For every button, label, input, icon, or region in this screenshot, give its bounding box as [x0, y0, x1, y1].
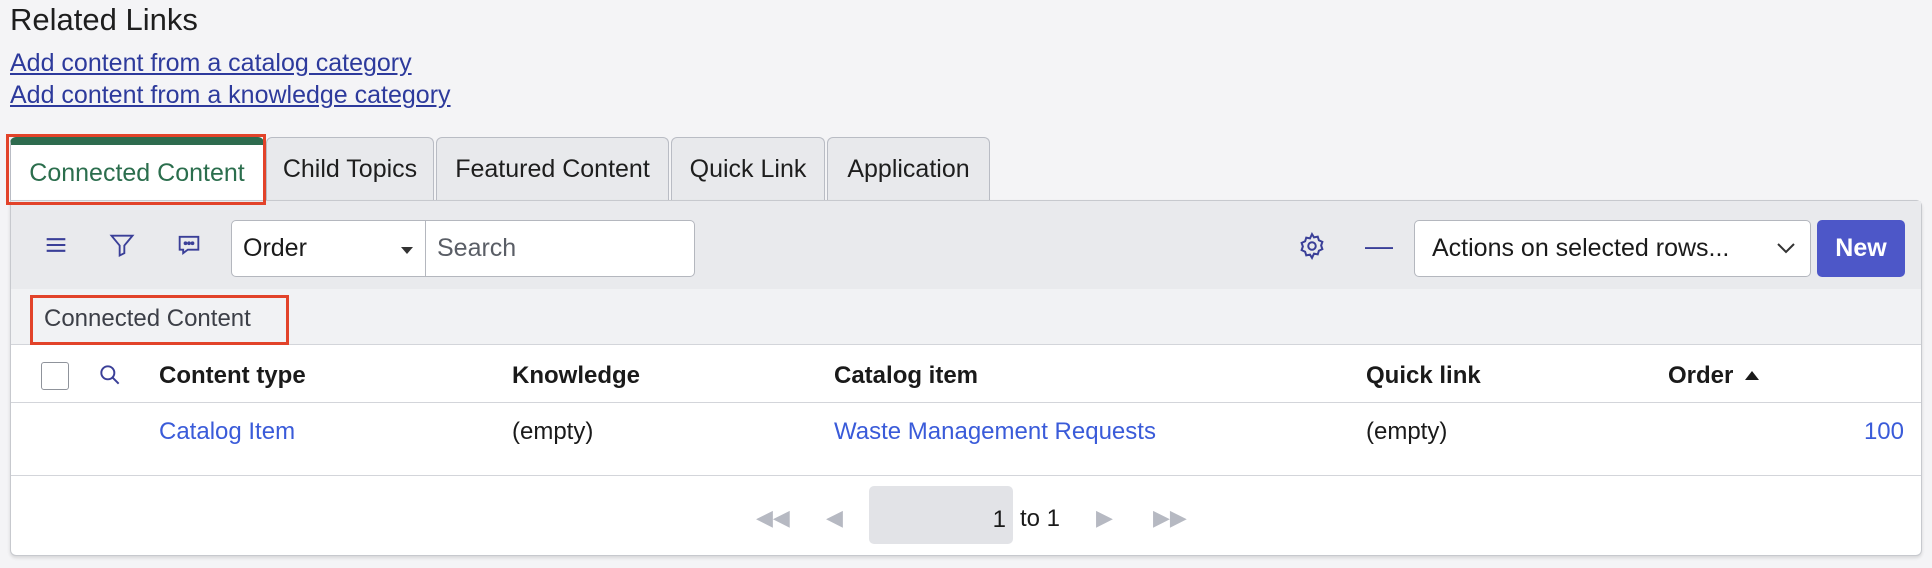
add-catalog-category-link[interactable]: Add content from a catalog category: [10, 49, 412, 78]
minus-icon[interactable]: —: [1365, 230, 1393, 262]
cell-order[interactable]: 100: [1864, 418, 1904, 446]
chevron-down-icon: [1777, 243, 1795, 254]
last-page-icon[interactable]: ▶▶: [1153, 505, 1187, 531]
tab-child-topics[interactable]: Child Topics: [266, 137, 434, 201]
first-page-icon[interactable]: ◀◀: [756, 505, 790, 531]
list-title-bar: Connected Content: [11, 289, 1921, 345]
list-toolbar: Order — Actions on selected rows... New: [11, 201, 1921, 289]
funnel-filter-icon[interactable]: [108, 231, 136, 259]
cell-knowledge: (empty): [512, 418, 594, 445]
cell-catalog-item-link[interactable]: Waste Management Requests: [834, 418, 1156, 446]
column-header-knowledge[interactable]: Knowledge: [512, 362, 640, 390]
column-header-order-label: Order: [1668, 362, 1734, 389]
page-total-label: to 1: [1020, 505, 1061, 532]
highlight-box-list-title: [30, 295, 289, 345]
related-list-panel: Order — Actions on selected rows... New …: [10, 200, 1922, 556]
previous-page-icon[interactable]: ◀: [826, 505, 843, 531]
chat-bubble-icon[interactable]: [175, 231, 203, 259]
header-divider: [11, 402, 1921, 403]
sort-ascending-icon: [1745, 371, 1760, 380]
gear-icon[interactable]: [1297, 231, 1327, 261]
tab-application[interactable]: Application: [827, 137, 990, 201]
column-header-quick-link[interactable]: Quick link: [1366, 362, 1481, 390]
tab-quick-link[interactable]: Quick Link: [671, 137, 825, 201]
actions-select-value: Actions on selected rows...: [1432, 234, 1730, 262]
column-header-order[interactable]: Order: [1668, 362, 1760, 390]
column-header-content-type[interactable]: Content type: [159, 362, 306, 390]
search-field-select-value: Order: [243, 234, 307, 262]
caret-down-icon: [401, 247, 413, 254]
highlight-box-tab: [6, 134, 266, 205]
next-page-icon[interactable]: ▶: [1096, 505, 1113, 531]
actions-select[interactable]: Actions on selected rows...: [1414, 220, 1811, 277]
select-all-checkbox[interactable]: [41, 362, 69, 390]
row-divider: [11, 475, 1921, 476]
column-header-catalog-item[interactable]: Catalog item: [834, 362, 978, 390]
cell-content-type-link[interactable]: Catalog Item: [159, 418, 295, 446]
tab-featured-content[interactable]: Featured Content: [436, 137, 669, 201]
add-knowledge-category-link[interactable]: Add content from a knowledge category: [10, 81, 451, 110]
search-input[interactable]: [425, 220, 695, 277]
page-number-input[interactable]: 1: [869, 486, 1013, 544]
search-icon[interactable]: [97, 362, 123, 388]
new-button[interactable]: New: [1817, 220, 1905, 277]
hamburger-menu-icon[interactable]: [42, 231, 70, 259]
cell-quick-link: (empty): [1366, 418, 1448, 445]
search-field-select[interactable]: Order: [231, 220, 426, 277]
related-links-heading: Related Links: [10, 2, 198, 37]
